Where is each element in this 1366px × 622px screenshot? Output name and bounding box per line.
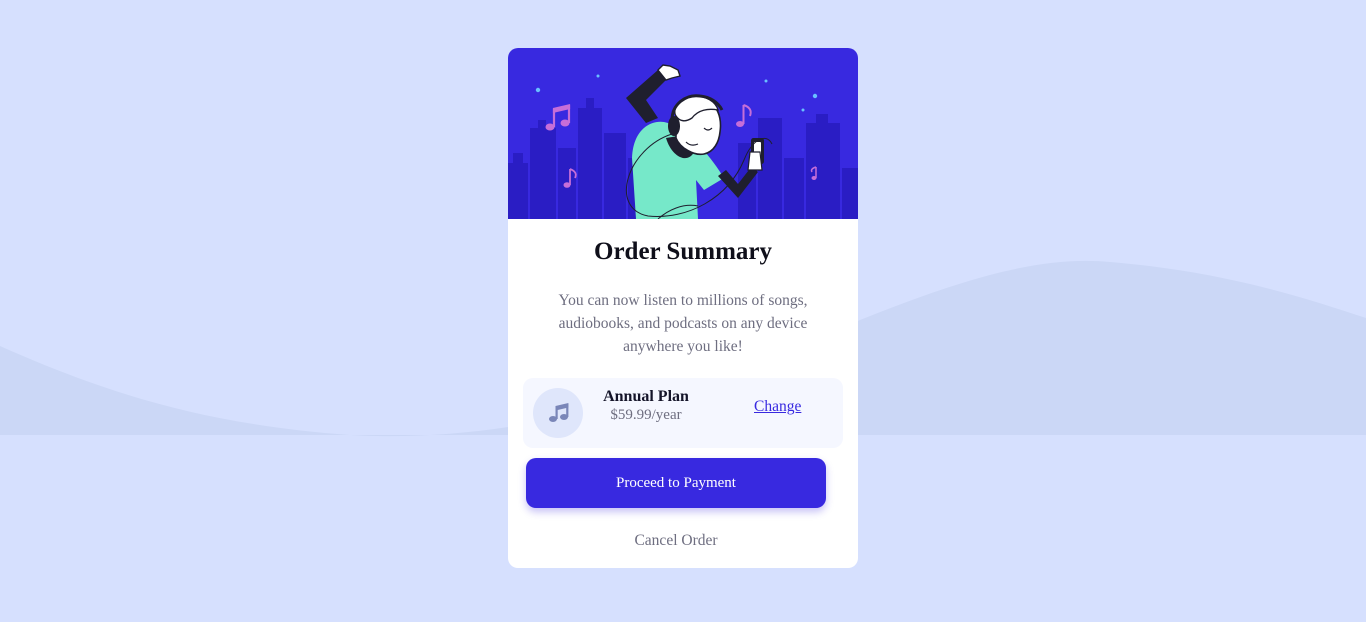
plan-icon-circle — [533, 388, 583, 438]
plan-price: $59.99/year — [610, 407, 682, 423]
hero-illustration — [508, 48, 858, 219]
plan-box: Annual Plan $59.99/year Change — [523, 378, 843, 448]
change-plan-link[interactable]: Change — [754, 398, 801, 416]
music-note-icon — [549, 403, 569, 422]
proceed-to-payment-button[interactable]: Proceed to Payment — [526, 458, 826, 508]
order-summary-card: Order Summary You can now listen to mill… — [508, 48, 858, 568]
card-title: Order Summary — [594, 238, 772, 265]
plan-name: Annual Plan — [603, 388, 689, 405]
cancel-order-button[interactable]: Cancel Order — [508, 530, 844, 552]
card-description: You can now listen to millions of songs,… — [558, 292, 808, 355]
